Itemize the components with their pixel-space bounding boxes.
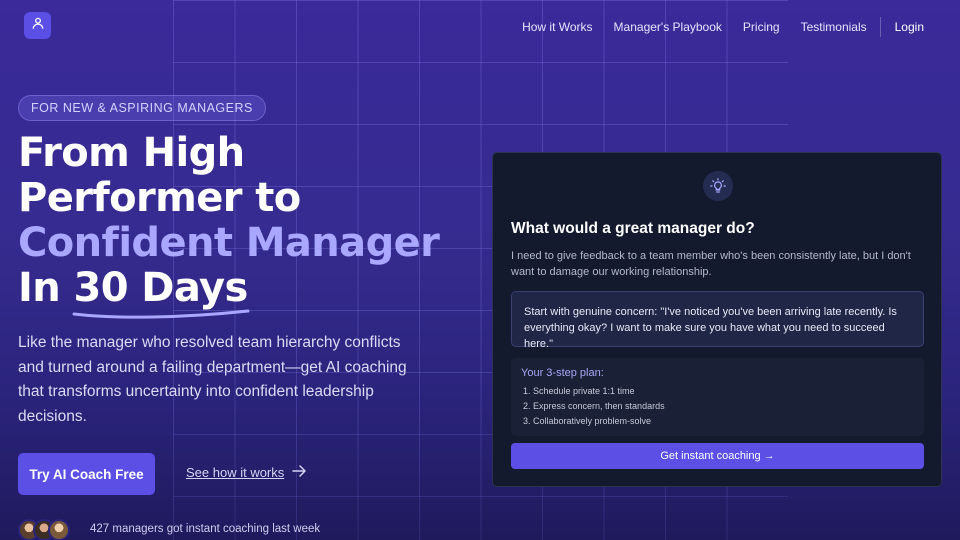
coaching-demo-card: What would a great manager do? I need to…: [492, 152, 942, 487]
headline-accent: Confident Manager: [18, 220, 440, 266]
hero-headline: From High Performer to Confident Manager…: [18, 130, 478, 319]
arrow-right-icon: [292, 465, 307, 480]
top-nav: How it Works Manager's Playbook Pricing …: [501, 17, 924, 37]
logo-button[interactable]: [24, 12, 51, 39]
list-item: 2. Express concern, then standards: [523, 401, 665, 411]
headline-line-4: In 30 Days: [18, 265, 478, 319]
login-link[interactable]: Login: [895, 20, 924, 34]
headline-underlined-text: 30 Days: [73, 265, 249, 311]
get-instant-coaching-button[interactable]: Get instant coaching →: [511, 443, 924, 469]
nav-divider: [879, 17, 881, 37]
coach-reply: Start with genuine concern: "I've notice…: [511, 291, 924, 350]
audience-badge: FOR NEW & ASPIRING MANAGERS: [18, 95, 266, 121]
three-step-plan: Your 3-step plan: 1. Schedule private 1:…: [511, 358, 924, 436]
headline-line-4-prefix: In: [18, 265, 74, 311]
nav-testimonials[interactable]: Testimonials: [801, 20, 867, 34]
headline-line-1: From High: [18, 130, 245, 176]
card-title: What would a great manager do?: [511, 220, 755, 237]
try-ai-coach-button[interactable]: Try AI Coach Free: [18, 453, 155, 495]
headline-underlined: 30 Days: [72, 265, 249, 319]
nav-pricing[interactable]: Pricing: [743, 20, 780, 34]
list-item: 1. Schedule private 1:1 time: [523, 386, 635, 396]
nav-managers-playbook[interactable]: Manager's Playbook: [614, 20, 722, 34]
hero-lead: Like the manager who resolved team hiera…: [18, 334, 407, 425]
see-how-it-works-link[interactable]: See how it works: [186, 465, 307, 480]
headline-line-2: Performer to: [18, 175, 301, 221]
lightbulb-icon: [703, 171, 733, 201]
headline-underline: [72, 309, 249, 319]
social-proof-text: 427 managers got instant coaching last w…: [90, 523, 321, 535]
card-prompt: I need to give feedback to a team member…: [511, 250, 911, 278]
nav-how-it-works[interactable]: How it Works: [522, 20, 592, 34]
list-item: 3. Collaboratively problem-solve: [523, 416, 652, 426]
avatar-stack: [18, 519, 70, 540]
user-icon: [31, 16, 45, 35]
avatar: [48, 519, 70, 540]
plan-title: Your 3-step plan:: [521, 367, 604, 379]
see-how-it-works-label: See how it works: [186, 465, 285, 480]
